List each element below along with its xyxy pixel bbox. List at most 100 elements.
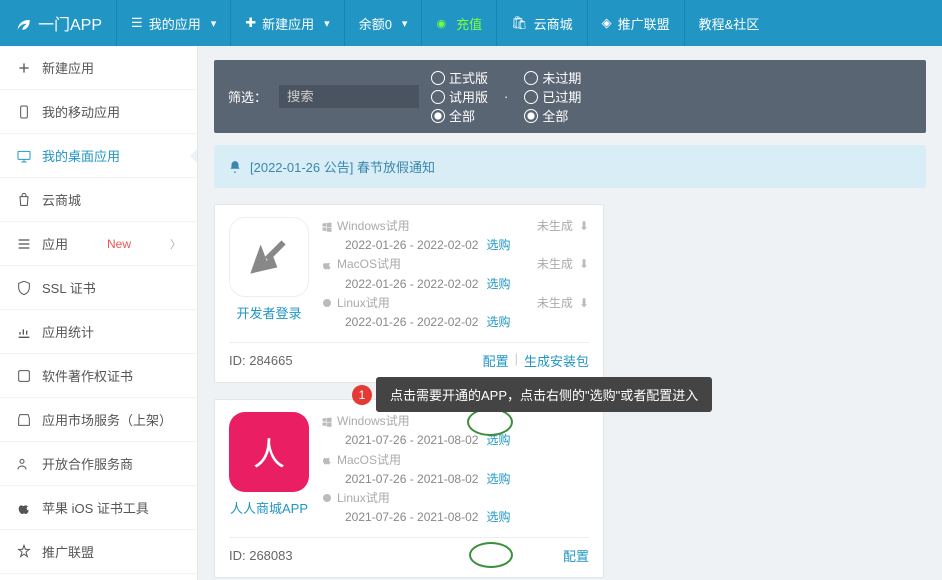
os-label: Windows试用 xyxy=(337,217,410,236)
nav-newapp[interactable]: ✚新建应用 xyxy=(230,0,343,46)
chevron-icon: 〉 xyxy=(170,236,181,252)
sidebar-item-mobile[interactable]: 我的移动应用 xyxy=(0,90,197,134)
nav-mall[interactable]: 🛍云商城 xyxy=(496,0,587,46)
date-range: 2021-07-26 - 2021-08-02 xyxy=(345,431,478,450)
app-name[interactable]: 人人商城APP xyxy=(229,498,309,517)
os-label: MacOS试用 xyxy=(337,451,401,470)
sidebar-label: 云商城 xyxy=(42,190,81,209)
leaf-icon xyxy=(14,14,32,32)
sidebar-label: 苹果 iOS 证书工具 xyxy=(42,498,149,517)
date-range: 2022-01-26 - 2022-02-02 xyxy=(345,236,478,255)
platform-row: MacOS试用 xyxy=(321,451,589,470)
date-row: 2021-07-26 - 2021-08-02 选购 xyxy=(321,431,589,450)
sidebar-item-shield[interactable]: SSL 证书 xyxy=(0,266,197,310)
generate-link[interactable]: 生成安装包 xyxy=(524,351,589,370)
app-id: ID: 268083 xyxy=(229,548,293,563)
platform-row: Linux试用 未生成 ⬇ xyxy=(321,294,589,313)
filter-radio[interactable]: 已过期 xyxy=(524,87,581,106)
bag-icon xyxy=(16,192,32,208)
app-id: ID: 284665 xyxy=(229,353,293,368)
logo: 一门APP xyxy=(0,0,116,46)
sidebar-label: 我的移动应用 xyxy=(42,102,120,121)
notice-text: [2022-01-26 公告] 春节放假通知 xyxy=(250,157,435,176)
sidebar-label: SSL 证书 xyxy=(42,278,96,297)
date-row: 2022-01-26 - 2022-02-02选购 xyxy=(321,275,589,294)
os-icon xyxy=(321,416,333,428)
sidebar-label: 新建应用 xyxy=(42,58,94,77)
nav-myapps[interactable]: ☰我的应用 xyxy=(116,0,230,46)
apple-icon xyxy=(16,500,32,516)
config-link[interactable]: 配置 xyxy=(483,351,509,370)
download-icon: ⬇ xyxy=(579,294,589,313)
status-text: 未生成 xyxy=(537,294,573,313)
filter-radio[interactable]: 全部 xyxy=(431,106,488,125)
sidebar-item-bag[interactable]: 云商城 xyxy=(0,178,197,222)
os-icon xyxy=(321,221,333,233)
sidebar-label: 开放合作服务商 xyxy=(42,454,133,473)
download-icon: ⬇ xyxy=(579,217,589,236)
sidebar-item-store[interactable]: 应用市场服务（上架） xyxy=(0,398,197,442)
notice-banner[interactable]: [2022-01-26 公告] 春节放假通知 xyxy=(214,145,926,188)
app-name[interactable]: 开发者登录 xyxy=(229,303,309,322)
os-icon xyxy=(321,297,333,309)
nav-promo[interactable]: ◈推广联盟 xyxy=(587,0,684,46)
app-card: 开发者登录Windows试用未生成⬇2022-01-26 - 2022-02-0… xyxy=(214,204,604,383)
sidebar-label: 推广联盟 xyxy=(42,542,94,561)
date-range: 2021-07-26 - 2021-08-02 xyxy=(345,508,478,527)
sidebar-item-chart[interactable]: 应用统计 xyxy=(0,310,197,354)
sidebar-item-promo[interactable]: 推广联盟 xyxy=(0,530,197,574)
buy-link[interactable]: 选购 xyxy=(486,313,510,332)
app-icon xyxy=(229,217,309,297)
filter-radio[interactable]: 全部 xyxy=(524,106,581,125)
config-link[interactable]: 配置 xyxy=(563,546,589,565)
sidebar-label: 软件著作权证书 xyxy=(42,366,133,385)
partner-icon xyxy=(16,456,32,472)
os-label: Linux试用 xyxy=(337,294,390,313)
list-icon xyxy=(16,236,32,252)
search-input[interactable] xyxy=(279,85,419,108)
sidebar-item-plus[interactable]: 新建应用 xyxy=(0,46,197,90)
sidebar-item-apple[interactable]: 苹果 iOS 证书工具 xyxy=(0,486,197,530)
sidebar-item-cert[interactable]: 软件著作权证书 xyxy=(0,354,197,398)
main-content: 筛选： 正式版试用版全部 · 未过期已过期全部 [2022-01-26 公告] … xyxy=(198,46,942,580)
chart-icon xyxy=(16,324,32,340)
sidebar-item-desktop[interactable]: 我的桌面应用 xyxy=(0,134,197,178)
buy-link[interactable]: 选购 xyxy=(486,236,510,255)
date-range: 2022-01-26 - 2022-02-02 xyxy=(345,313,478,332)
bell-icon xyxy=(228,160,242,174)
top-nav: 一门APP ☰我的应用 ✚新建应用 余额0 充值 🛍云商城 ◈推广联盟 教程&社… xyxy=(0,0,942,46)
sidebar-label: 我的桌面应用 xyxy=(42,146,120,165)
download-icon: ⬇ xyxy=(579,255,589,274)
filter-radio[interactable]: 试用版 xyxy=(431,87,488,106)
buy-link[interactable]: 选购 xyxy=(486,508,510,527)
sidebar-item-list[interactable]: 应用 New 〉 xyxy=(0,222,197,266)
store-icon xyxy=(16,412,32,428)
new-badge: New xyxy=(107,237,131,251)
os-icon xyxy=(321,259,333,271)
nav-recharge[interactable]: 充值 xyxy=(421,0,496,46)
date-row: 2021-07-26 - 2021-08-02 选购 xyxy=(321,470,589,489)
nav-balance[interactable]: 余额0 xyxy=(344,0,422,46)
tutorial-tip: 1 点击需要开通的APP，点击右侧的"选购"或者配置进入 xyxy=(376,377,712,412)
nav-tutorial[interactable]: 教程&社区 xyxy=(684,0,774,46)
logo-text: 一门APP xyxy=(38,11,102,35)
date-range: 2021-07-26 - 2021-08-02 xyxy=(345,470,478,489)
status-text: 未生成 xyxy=(537,255,573,274)
os-label: MacOS试用 xyxy=(337,255,401,274)
filter-radio[interactable]: 未过期 xyxy=(524,68,581,87)
os-icon xyxy=(321,492,333,504)
status-text: 未生成 xyxy=(537,217,573,236)
sidebar-label: 应用统计 xyxy=(42,322,94,341)
buy-link[interactable]: 选购 xyxy=(486,275,510,294)
desktop-icon xyxy=(16,148,32,164)
filter-radio[interactable]: 正式版 xyxy=(431,68,488,87)
buy-link[interactable]: 选购 xyxy=(486,470,510,489)
tip-text: 点击需要开通的APP，点击右侧的"选购"或者配置进入 xyxy=(390,385,698,404)
sidebar-label: 应用 xyxy=(42,234,68,253)
app-card: 人人人商城APPWindows试用2021-07-26 - 2021-08-02… xyxy=(214,399,604,578)
app-icon: 人 xyxy=(229,412,309,492)
sidebar-item-partner[interactable]: 开放合作服务商 xyxy=(0,442,197,486)
date-row: 2021-07-26 - 2021-08-02 选购 xyxy=(321,508,589,527)
buy-link[interactable]: 选购 xyxy=(486,431,510,450)
filter-bar: 筛选： 正式版试用版全部 · 未过期已过期全部 xyxy=(214,60,926,133)
